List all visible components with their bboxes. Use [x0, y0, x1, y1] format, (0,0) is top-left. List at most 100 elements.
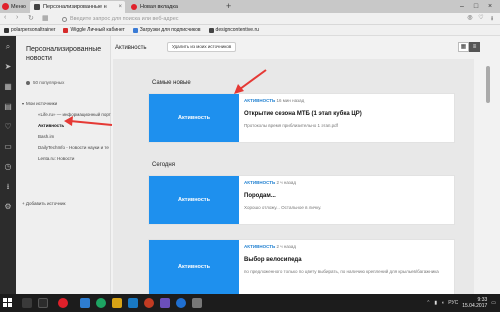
send-icon[interactable]: ➤ [3, 62, 13, 72]
card-title[interactable]: Открытие сезона МТБ (1 этап кубка ЦР) [244, 111, 362, 117]
card-title[interactable]: Породам... [244, 193, 276, 199]
taskbar-app-icon[interactable] [160, 298, 170, 308]
card-source: АКТИВНОСТЬ [244, 98, 276, 103]
grid-view-icon[interactable]: ▦ [458, 42, 469, 52]
remove-source-button[interactable]: Удалить из моих источников [167, 42, 237, 52]
download-icon[interactable]: ⭳ [488, 14, 496, 22]
card-thumbnail: Активность [149, 240, 239, 294]
taskbar-app-icon[interactable] [192, 298, 202, 308]
card-source: АКТИВНОСТЬ [244, 180, 276, 185]
address-bar: ‹ › ↻ ▦ Введите запрос для поиска или ве… [0, 13, 500, 25]
volume-icon[interactable]: ◖ [441, 300, 444, 306]
address-tools: ◎ ♡ ⭳ [466, 14, 496, 22]
source-item[interactable]: Lenta.ru: Новости [38, 156, 74, 161]
windows-start-icon[interactable] [3, 298, 13, 308]
card-description: Хорошо отложу... Остальное в личку. [244, 205, 322, 210]
my-sources-toggle[interactable]: ▾ Мои источники [22, 101, 57, 106]
heart-icon[interactable]: ♡ [477, 14, 485, 22]
bookmarks-bar: polarpersonaltrainer Wiggle Личный кабин… [0, 25, 500, 36]
view-toggle: ▦ ≡ [458, 42, 480, 52]
source-item[interactable]: Bash.im [38, 134, 54, 139]
card-title[interactable]: Выбор велосипеда [244, 257, 302, 263]
taskbar-app-icon[interactable] [176, 298, 186, 308]
url-field[interactable]: Введите запрос для поиска или веб-адрес [62, 15, 452, 23]
news-icon[interactable]: ▤ [3, 102, 13, 112]
settings-icon[interactable]: ⚙ [3, 202, 13, 212]
card-meta: АКТИВНОСТЬ 2 ч назад [244, 244, 296, 249]
list-view-icon[interactable]: ≡ [469, 42, 480, 52]
window-controls: – □ × [455, 0, 497, 13]
task-view-icon[interactable] [22, 298, 32, 308]
taskbar-app-icon[interactable] [80, 298, 90, 308]
taskbar-app-icon[interactable] [144, 298, 154, 308]
opera-menu-button[interactable]: Меню [0, 0, 28, 13]
maximize-icon[interactable]: □ [469, 3, 483, 10]
tab-news[interactable]: Персонализированные н × [30, 1, 125, 13]
new-tab-button[interactable]: + [226, 1, 231, 11]
system-tray: ⌃ ▮ ◖ РУС 9:33 15.04.2017 ▭ [426, 297, 496, 309]
bookmark-item[interactable]: designcontentive.ru [208, 27, 259, 33]
add-source-label: Добавить источник [25, 201, 66, 206]
minimize-icon[interactable]: – [455, 3, 469, 10]
chevron-down-icon: ▾ [22, 101, 25, 106]
search-icon[interactable]: ⌕ [3, 42, 13, 52]
card-meta: АКТИВНОСТЬ 2 ч назад [244, 180, 296, 185]
close-tab-icon[interactable]: × [118, 4, 122, 10]
scrollbar-thumb[interactable] [486, 66, 490, 103]
windows-taskbar: ⌃ ▮ ◖ РУС 9:33 15.04.2017 ▭ [0, 294, 500, 312]
reload-icon[interactable]: ↻ [28, 14, 34, 22]
popular-label: 50 популярных [33, 80, 65, 85]
tray-chevron-icon[interactable]: ⌃ [426, 300, 430, 306]
news-card[interactable]: Активность АКТИВНОСТЬ 2 ч назад Породам.… [148, 175, 455, 225]
bookmark-item[interactable]: polarpersonaltrainer [4, 27, 55, 33]
close-window-icon[interactable]: × [483, 3, 497, 10]
menu-label: Меню [11, 3, 26, 10]
bookmark-label: designcontentive.ru [215, 27, 259, 33]
forward-icon[interactable]: › [16, 14, 18, 21]
url-placeholder: Введите запрос для поиска или веб-адрес [70, 16, 179, 22]
back-icon[interactable]: ‹ [4, 14, 6, 21]
add-source-button[interactable]: + Добавить источник [22, 201, 66, 206]
news-card[interactable]: Активность АКТИВНОСТЬ 2 ч назад Выбор ве… [148, 239, 455, 295]
card-thumbnail: Активность [149, 176, 239, 224]
language-indicator[interactable]: РУС [448, 300, 458, 306]
card-time: 2 ч назад [276, 180, 296, 185]
card-meta: АКТИВНОСТЬ 16 мин назад [244, 98, 304, 103]
notifications-icon[interactable]: ▭ [491, 300, 496, 306]
news-card[interactable]: Активность АКТИВНОСТЬ 16 мин назад Откры… [148, 93, 455, 143]
source-item-activity[interactable]: Активность [38, 123, 64, 128]
history-icon[interactable]: ◷ [3, 162, 13, 172]
download-icon[interactable]: ⭳ [3, 182, 13, 192]
network-icon[interactable]: ▮ [434, 300, 437, 306]
section-heading: Сегодня [152, 162, 175, 168]
bookmark-label: polarpersonaltrainer [11, 27, 56, 33]
tab-new[interactable]: Новая вкладка [127, 1, 222, 13]
tab-label: Персонализированные н [43, 4, 107, 10]
opera-tab-icon [131, 4, 137, 10]
camera-icon[interactable]: ◎ [466, 14, 474, 22]
globe-icon [26, 80, 30, 85]
heart-icon[interactable]: ♡ [3, 122, 13, 132]
bookmark-icon[interactable]: ▭ [3, 142, 13, 152]
source-item[interactable]: «Life.ru» — информационный портал [38, 112, 116, 117]
news-sidebar-title: Персонализированные новости [26, 46, 102, 62]
source-item[interactable]: DailyTechInfo - Новости науки и те [38, 145, 109, 150]
clock[interactable]: 9:33 15.04.2017 [462, 297, 487, 309]
news-sidebar: Персонализированные новости 50 популярны… [16, 36, 116, 294]
bookmark-item[interactable]: Загрузки для подписчиков [132, 27, 201, 33]
page-title: Активность [115, 45, 147, 51]
folder-icon[interactable] [112, 298, 122, 308]
opera-sidebar: ⌕ ➤ ▦ ▤ ♡ ▭ ◷ ⭳ ⚙ [0, 36, 16, 294]
taskbar-app-icon[interactable] [96, 298, 106, 308]
grid-icon[interactable]: ▦ [3, 82, 13, 92]
popular-link[interactable]: 50 популярных [26, 80, 64, 85]
taskbar-app-icon[interactable] [128, 298, 138, 308]
opera-taskbar-icon[interactable] [58, 298, 68, 308]
opera-logo-icon [2, 3, 9, 10]
taskbar-app-icon[interactable] [38, 298, 48, 308]
bookmark-icon [4, 27, 9, 33]
bookmark-item[interactable]: Wiggle Личный кабинет [63, 27, 125, 33]
speed-dial-icon[interactable]: ▦ [42, 14, 49, 22]
card-thumbnail: Активность [149, 94, 239, 142]
bookmark-label: Загрузки для подписчиков [139, 27, 201, 33]
